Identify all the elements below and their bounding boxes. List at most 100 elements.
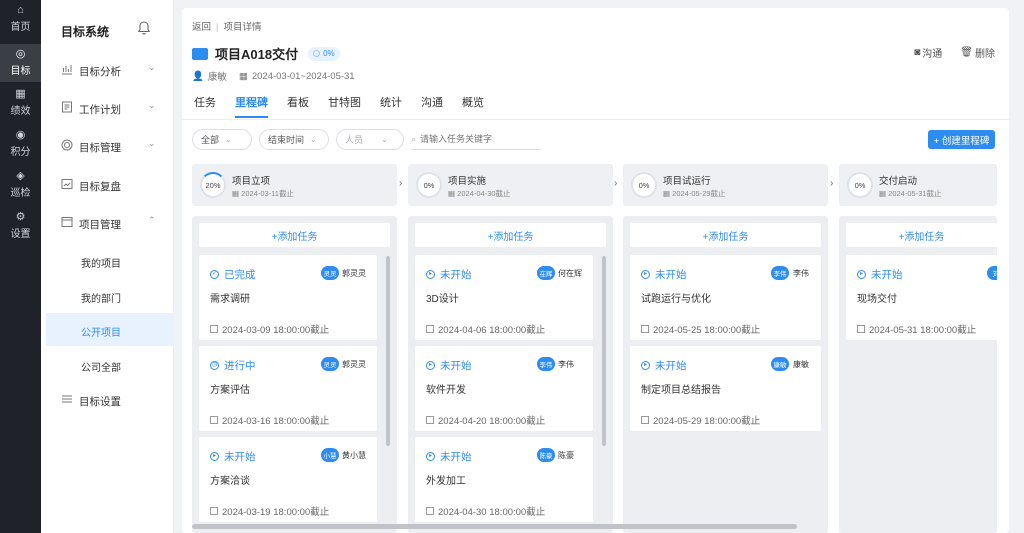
clock-icon: ◷ bbox=[210, 361, 219, 370]
status-label: 未开始 bbox=[224, 451, 256, 463]
calendar-icon: ▦ bbox=[879, 189, 889, 198]
rail-item-points[interactable]: ◉ 积分 bbox=[0, 125, 41, 163]
tab-board[interactable]: 看板 bbox=[287, 94, 309, 118]
rail-item-inspect[interactable]: ◈ 巡检 bbox=[0, 166, 41, 204]
submenu-label: 我的部门 bbox=[81, 294, 121, 305]
task-status: ▸ 未开始 bbox=[857, 267, 903, 282]
create-milestone-button[interactable]: + 创建里程碑 bbox=[928, 130, 995, 149]
avatar: 刘 bbox=[987, 266, 997, 280]
task-deadline: 2024-05-31 18:00:00截止 bbox=[857, 322, 976, 336]
horizontal-scrollbar[interactable] bbox=[192, 524, 797, 529]
tab-overview[interactable]: 概览 bbox=[462, 94, 484, 118]
task-name: 需求调研 bbox=[210, 294, 250, 305]
submenu-company-all[interactable]: 公司全部 bbox=[46, 348, 174, 381]
assignee-name: 康敏 bbox=[793, 360, 809, 369]
task-card[interactable]: ▸ 未开始 在辉 何在辉 3D设计 2024-04-06 18:00:00截止 bbox=[415, 255, 593, 340]
play-circle-icon: ▸ bbox=[641, 361, 650, 370]
vertical-scrollbar[interactable] bbox=[386, 256, 390, 446]
task-deadline: 2024-05-29 18:00:00截止 bbox=[641, 413, 760, 427]
status-select[interactable]: 全部 ⌄ bbox=[192, 129, 252, 150]
rail-item-settings[interactable]: ⚙ 设置 bbox=[0, 207, 41, 245]
breadcrumb: 返回 | 项目详情 bbox=[192, 19, 262, 33]
add-task-button[interactable]: +添加任务 bbox=[199, 223, 390, 247]
calendar-icon: ▦ bbox=[238, 70, 248, 82]
milestone-card[interactable]: 0% 项目试运行 ▦ 2024-05-29截止 bbox=[623, 164, 828, 206]
rail-label: 绩效 bbox=[10, 106, 31, 117]
add-task-button[interactable]: +添加任务 bbox=[846, 223, 997, 247]
submenu-my-projects[interactable]: 我的项目 bbox=[46, 244, 174, 277]
deadline-text: 2024-04-06 18:00:00截止 bbox=[438, 325, 546, 336]
milestone-card[interactable]: 0% 交付启动 ▦ 2024-05-31截止 bbox=[839, 164, 997, 206]
menu-item-manage[interactable]: 目标管理 ⌄ bbox=[41, 128, 174, 164]
app-rail: ⌂ 首页 ◎ 目标 ▦ 绩效 ◉ 积分 ◈ 巡检 ⚙ 设置 bbox=[0, 0, 41, 533]
play-circle-icon: ▸ bbox=[210, 452, 219, 461]
deadline-text: 2024-03-09 18:00:00截止 bbox=[222, 325, 330, 336]
task-card[interactable]: ▸ 未开始 李伟 李伟 试跑运行与优化 2024-05-25 18:00:00截止 bbox=[630, 255, 821, 340]
avatar: 小慧 bbox=[321, 448, 339, 462]
tab-milestones[interactable]: 里程碑 bbox=[235, 94, 268, 118]
rail-item-home[interactable]: ⌂ 首页 bbox=[0, 0, 41, 38]
bell-icon[interactable] bbox=[136, 20, 152, 36]
task-card[interactable]: ▸ 未开始 陈豪 陈豪 外发加工 2024-04-30 18:00:00截止 bbox=[415, 437, 593, 522]
deadline-text: 2024-04-20 18:00:00截止 bbox=[438, 416, 546, 427]
task-status: ▸ 未开始 bbox=[641, 358, 687, 373]
task-deadline: 2024-05-25 18:00:00截止 bbox=[641, 322, 760, 336]
tab-gantt[interactable]: 甘特图 bbox=[328, 94, 361, 118]
rail-item-performance[interactable]: ▦ 绩效 bbox=[0, 84, 41, 122]
vertical-scrollbar[interactable] bbox=[602, 256, 606, 446]
target-icon: ◎ bbox=[15, 48, 26, 60]
tab-stats[interactable]: 统计 bbox=[380, 94, 402, 118]
task-deadline: 2024-03-19 18:00:00截止 bbox=[210, 504, 329, 518]
menu-item-plan[interactable]: 工作计划 ⌄ bbox=[41, 90, 174, 126]
menu-item-review[interactable]: 目标复盘 bbox=[41, 167, 174, 203]
milestone-deadline: 2024-05-29截止 bbox=[672, 189, 726, 198]
task-card[interactable]: ▸ 未开始 小慧 黄小慧 方案洽谈 2024-03-19 18:00:00截止 bbox=[199, 437, 377, 522]
task-card[interactable]: ▸ 未开始 康敏 康敏 制定项目总结报告 2024-05-29 18:00:00截… bbox=[630, 346, 821, 431]
milestone-date: ▦ 2024-05-31截止 bbox=[879, 188, 942, 199]
person-select[interactable]: 人员 ⌄ bbox=[336, 129, 404, 150]
rail-item-target[interactable]: ◎ 目标 bbox=[0, 44, 41, 82]
back-link[interactable]: 返回 bbox=[192, 22, 211, 33]
search-box: ⌕ bbox=[411, 129, 541, 150]
chevron-right-icon: › bbox=[614, 178, 618, 189]
filter-bar: 全部 ⌄ 结束时间 ⌄ 人员 ⌄ ⌕ bbox=[192, 129, 541, 150]
status-label: 未开始 bbox=[440, 269, 472, 281]
menu-item-settings[interactable]: 目标设置 bbox=[41, 382, 174, 418]
milestone-progress: 0% bbox=[631, 172, 657, 198]
divider bbox=[182, 119, 1009, 120]
project-header: 项目A018交付 0% bbox=[192, 44, 340, 63]
task-card[interactable]: ▸ 未开始 刘 现场交付 2024-05-31 18:00:00截止 bbox=[846, 255, 997, 340]
sidebar-header: 目标系统 bbox=[41, 10, 174, 48]
menu-item-project[interactable]: 项目管理 ⌃ bbox=[41, 205, 174, 241]
home-icon: ⌂ bbox=[17, 4, 24, 16]
page-title: 项目A018交付 bbox=[215, 47, 299, 62]
plan-icon bbox=[62, 101, 72, 113]
analysis-icon bbox=[62, 65, 72, 75]
chevron-up-icon: ⌃ bbox=[148, 215, 156, 225]
milestone-card[interactable]: 20% 项目立项 ▦ 2024-03-11截止 bbox=[192, 164, 397, 206]
milestone-deadline: 2024-04-30截止 bbox=[457, 189, 511, 198]
milestone-card[interactable]: 0% 项目实施 ▦ 2024-04-30截止 bbox=[408, 164, 613, 206]
tab-chat[interactable]: 沟通 bbox=[421, 94, 443, 118]
search-input[interactable] bbox=[420, 134, 531, 144]
task-card[interactable]: ◷ 进行中 灵灵 郭灵灵 方案评估 2024-03-16 18:00:00截止 bbox=[199, 346, 377, 431]
submenu-public-projects[interactable]: 公开项目 bbox=[46, 313, 174, 346]
sort-select[interactable]: 结束时间 ⌄ bbox=[259, 129, 329, 150]
add-task-button[interactable]: +添加任务 bbox=[630, 223, 821, 247]
milestone-progress: 20% bbox=[200, 172, 226, 198]
tab-tasks[interactable]: 任务 bbox=[194, 94, 216, 118]
status-value: 全部 bbox=[201, 135, 220, 145]
calendar-icon: ▦ bbox=[663, 189, 673, 198]
menu-label: 目标分析 bbox=[79, 66, 121, 78]
chevron-down-icon: ⌄ bbox=[148, 138, 156, 148]
task-card[interactable]: ▸ 未开始 李伟 李伟 软件开发 2024-04-20 18:00:00截止 bbox=[415, 346, 593, 431]
submenu-my-department[interactable]: 我的部门 bbox=[46, 279, 174, 312]
task-card[interactable]: ✓ 已完成 灵灵 郭灵灵 需求调研 2024-03-09 18:00:00截止 bbox=[199, 255, 377, 340]
menu-label: 目标设置 bbox=[79, 396, 121, 408]
delete-button[interactable]: 🗑 删除 bbox=[960, 45, 995, 60]
chevron-down-icon: ⌄ bbox=[148, 62, 156, 72]
add-task-button[interactable]: +添加任务 bbox=[415, 223, 606, 247]
chat-button[interactable]: ◙ 沟通 bbox=[914, 45, 942, 60]
menu-item-analysis[interactable]: 目标分析 ⌄ bbox=[41, 52, 174, 88]
breadcrumb-current: 项目详情 bbox=[223, 22, 262, 33]
